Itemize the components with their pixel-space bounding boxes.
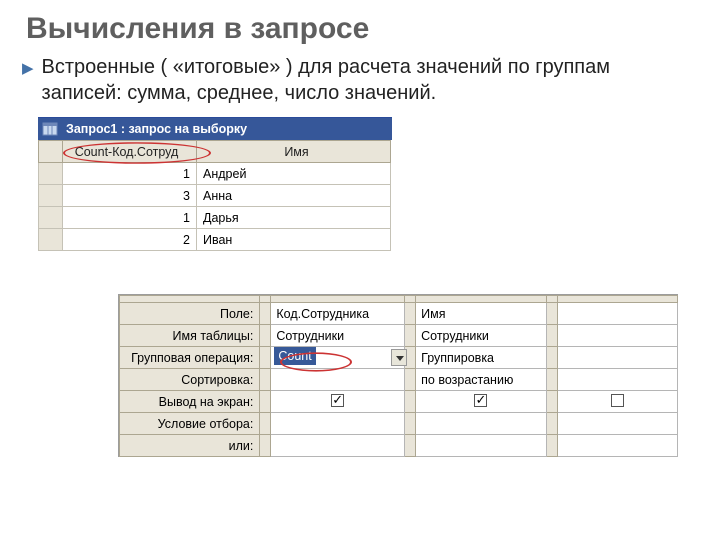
row-selector[interactable] xyxy=(39,185,63,207)
cell-count[interactable]: 1 xyxy=(63,163,197,185)
cell-groupop-col3[interactable] xyxy=(557,347,677,369)
cell-or-col3[interactable] xyxy=(557,435,677,457)
cell-show-col1[interactable] xyxy=(271,391,405,413)
query-design-grid[interactable]: Поле: Код.Сотрудника Имя Имя таблицы: Со… xyxy=(118,294,678,457)
row-selector[interactable] xyxy=(39,229,63,251)
cell-or-col1[interactable] xyxy=(271,435,405,457)
datasheet-grid[interactable]: Count-Код.Сотруд Имя 1 Андрей 3 Анна 1 Д… xyxy=(38,140,391,251)
table-row[interactable]: 3 Анна xyxy=(39,185,391,207)
cell-table-col1[interactable]: Сотрудники xyxy=(271,325,405,347)
bullet-item: ▶ Встроенные ( «итоговые» ) для расчета … xyxy=(0,52,720,116)
datasheet-titlebar[interactable]: Запрос1 : запрос на выборку xyxy=(38,118,392,140)
table-row[interactable]: 1 Андрей xyxy=(39,163,391,185)
cell-name[interactable]: Иван xyxy=(197,229,391,251)
col-header-count[interactable]: Count-Код.Сотруд xyxy=(63,141,197,163)
cell-count[interactable]: 2 xyxy=(63,229,197,251)
cell-count[interactable]: 3 xyxy=(63,185,197,207)
design-row-criteria[interactable]: Условие отбора: xyxy=(120,413,678,435)
design-row-or[interactable]: или: xyxy=(120,435,678,457)
bullet-marker-icon: ▶ xyxy=(22,54,42,106)
label-field: Поле: xyxy=(120,303,260,325)
cell-field-col2[interactable]: Имя xyxy=(416,303,547,325)
col-header-name[interactable]: Имя xyxy=(197,141,391,163)
dropdown-arrow-icon[interactable] xyxy=(391,349,407,366)
design-row-show[interactable]: Вывод на экран: xyxy=(120,391,678,413)
cell-name[interactable]: Андрей xyxy=(197,163,391,185)
cell-table-col3[interactable] xyxy=(557,325,677,347)
label-show: Вывод на экран: xyxy=(120,391,260,413)
cell-or-col2[interactable] xyxy=(416,435,547,457)
cell-sort-col1[interactable] xyxy=(271,369,405,391)
table-row[interactable]: 2 Иван xyxy=(39,229,391,251)
datasheet-icon xyxy=(42,121,60,137)
label-criteria: Условие отбора: xyxy=(120,413,260,435)
datasheet-window: Запрос1 : запрос на выборку Count-Код.Со… xyxy=(38,117,392,251)
cell-sort-col3[interactable] xyxy=(557,369,677,391)
cell-name[interactable]: Дарья xyxy=(197,207,391,229)
label-sort: Сортировка: xyxy=(120,369,260,391)
row-selector[interactable] xyxy=(39,207,63,229)
table-row[interactable]: 1 Дарья xyxy=(39,207,391,229)
label-table: Имя таблицы: xyxy=(120,325,260,347)
datasheet-header-row: Count-Код.Сотруд Имя xyxy=(39,141,391,163)
page-title: Вычисления в запросе xyxy=(0,0,720,52)
row-selector[interactable] xyxy=(39,163,63,185)
cell-show-col2[interactable] xyxy=(416,391,547,413)
cell-field-col3[interactable] xyxy=(557,303,677,325)
cell-sort-col2[interactable]: по возрастанию xyxy=(416,369,547,391)
label-groupop: Групповая операция: xyxy=(120,347,260,369)
cell-name[interactable]: Анна xyxy=(197,185,391,207)
design-header-strip xyxy=(120,296,678,303)
bullet-text: Встроенные ( «итоговые» ) для расчета зн… xyxy=(42,54,690,106)
cell-count[interactable]: 1 xyxy=(63,207,197,229)
selected-groupop-value[interactable]: Count xyxy=(274,347,315,365)
design-row-sort[interactable]: Сортировка: по возрастанию xyxy=(120,369,678,391)
design-row-field[interactable]: Поле: Код.Сотрудника Имя xyxy=(120,303,678,325)
cell-groupop-col1[interactable]: Count xyxy=(271,347,405,369)
cell-groupop-col2[interactable]: Группировка xyxy=(416,347,547,369)
row-selector-header[interactable] xyxy=(39,141,63,163)
cell-table-col2[interactable]: Сотрудники xyxy=(416,325,547,347)
checkbox-show-col1[interactable] xyxy=(331,394,344,407)
datasheet-title-text: Запрос1 : запрос на выборку xyxy=(66,122,247,136)
cell-criteria-col3[interactable] xyxy=(557,413,677,435)
cell-criteria-col2[interactable] xyxy=(416,413,547,435)
checkbox-show-col3[interactable] xyxy=(611,394,624,407)
label-or: или: xyxy=(120,435,260,457)
design-row-groupop[interactable]: Групповая операция: Count Группировка xyxy=(120,347,678,369)
design-row-table[interactable]: Имя таблицы: Сотрудники Сотрудники xyxy=(120,325,678,347)
cell-field-col1[interactable]: Код.Сотрудника xyxy=(271,303,405,325)
cell-criteria-col1[interactable] xyxy=(271,413,405,435)
checkbox-show-col2[interactable] xyxy=(474,394,487,407)
cell-show-col3[interactable] xyxy=(557,391,677,413)
